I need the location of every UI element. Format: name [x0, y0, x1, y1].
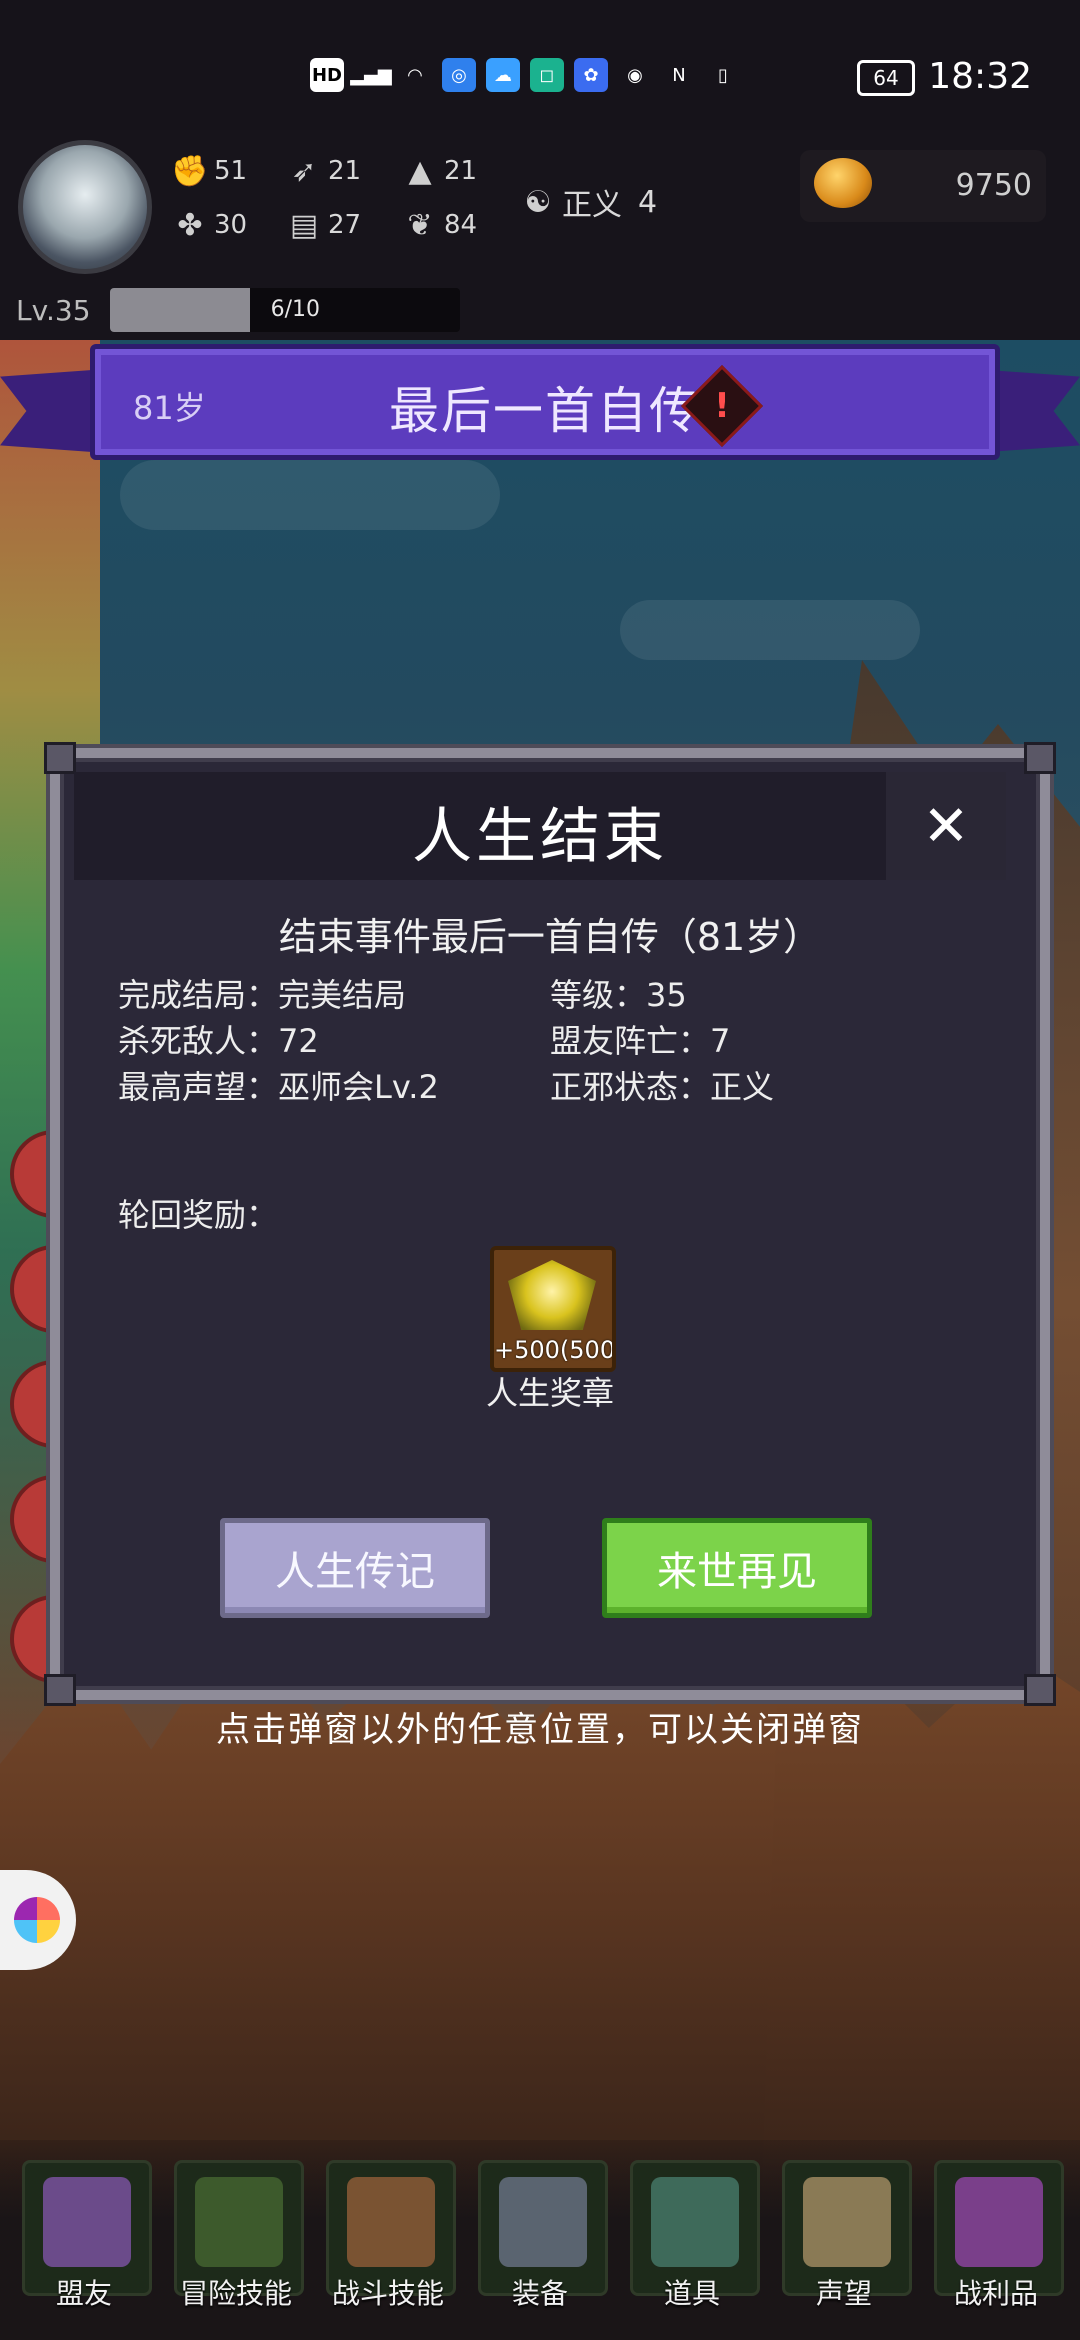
stat-value: 21	[444, 156, 478, 186]
stat-value: 21	[328, 156, 362, 186]
next-life-button[interactable]: 来世再见	[602, 1518, 872, 1618]
frame-corner	[44, 742, 76, 774]
nav-reputation[interactable]: 声望	[782, 2160, 912, 2330]
green-book-icon	[195, 2177, 283, 2267]
nav-label: 盟友	[55, 2277, 112, 2310]
nav-label: 战利品	[953, 2277, 1038, 2310]
info-reputation: 最高声望：巫师会Lv.2	[118, 1068, 439, 1106]
crossed-swords-icon	[499, 2177, 587, 2267]
xp-text: 6/10	[270, 297, 320, 322]
pouch-icon	[651, 2177, 739, 2267]
player-header: ✊ 51 ✤ 30 ➶ 21 ▤ 27 ▲ 21 ❦ 84 ☯ 正义 4 975…	[0, 130, 1080, 340]
nav-label: 冒险技能	[179, 2277, 292, 2310]
alignment-value: 4	[638, 184, 658, 220]
end-event-line: 结束事件最后一首自传（81岁）	[278, 915, 822, 959]
nav-label: 战斗技能	[331, 2277, 444, 2310]
info-alignment: 正邪状态：正义	[550, 1068, 775, 1106]
info-ending: 完成结局：完美结局	[118, 976, 407, 1014]
avatar[interactable]	[18, 140, 152, 274]
leaf-icon: ❦	[407, 207, 433, 243]
nav-adventure-skills[interactable]: 冒险技能	[174, 2160, 304, 2330]
coin-icon	[814, 158, 872, 208]
alignment-indicator[interactable]: ☯ 正义 4	[520, 180, 658, 224]
treasure-chest-icon	[955, 2177, 1043, 2267]
frame-corner	[1024, 742, 1056, 774]
stat-knowledge: ▤ 27	[286, 207, 362, 243]
nav-loot[interactable]: 战利品	[934, 2160, 1064, 2330]
stat-magic: ▲ 21	[402, 153, 478, 189]
xp-bar: 6/10	[110, 288, 460, 332]
stat-value: 84	[444, 210, 478, 240]
clover-icon: ✤	[177, 207, 203, 243]
info-level: 等级：35	[550, 976, 687, 1014]
banner-plate: 81岁 最后一首自传 !	[90, 344, 1000, 460]
app-icon: ◎	[442, 58, 476, 92]
backpack-icon	[347, 2177, 435, 2267]
cloud	[120, 460, 500, 530]
cloud	[620, 600, 920, 660]
nav-label: 声望	[815, 2277, 872, 2310]
bottom-nav: 盟友 冒险技能 战斗技能 装备 道具 声望 战利品	[0, 2140, 1080, 2340]
stat-strength: ✊ 51	[171, 153, 248, 189]
book-icon: ▤	[289, 207, 319, 243]
nav-label: 道具	[663, 2277, 720, 2310]
close-hint: 点击弹窗以外的任意位置，可以关闭弹窗	[216, 1710, 864, 1750]
banner-title: 最后一首自传	[389, 382, 701, 440]
nav-equipment[interactable]: 装备	[478, 2160, 608, 2330]
wing-icon: ➶	[291, 153, 317, 189]
eye-icon: ◉	[627, 64, 643, 86]
nav-label: 装备	[511, 2277, 568, 2310]
vibrate-icon: ▯	[718, 64, 728, 86]
hat-icon: ▲	[408, 153, 432, 189]
nav-items[interactable]: 道具	[630, 2160, 760, 2330]
stat-value: 51	[214, 156, 248, 186]
reward-name: 人生奖章	[485, 1374, 614, 1412]
dialog-header: 人生结束 ✕	[74, 772, 1006, 880]
medal-icon	[508, 1260, 596, 1330]
stat-value: 30	[214, 210, 248, 240]
alignment-label: 正义	[562, 188, 622, 223]
clock: 18:32	[928, 56, 1032, 97]
player-level: Lv.35	[16, 294, 91, 327]
nav-combat-skills[interactable]: 战斗技能	[326, 2160, 456, 2330]
stat-value: 27	[328, 210, 362, 240]
hd-icon: HD	[310, 58, 344, 92]
status-icons: HD ▂▄▆ ◠ ◎ ☁ ◻ ✿ ◉ N ▯	[310, 58, 740, 92]
scroll-icon	[803, 2177, 891, 2267]
battery-indicator: 64	[857, 60, 915, 96]
yinyang-icon: ☯	[524, 184, 552, 220]
event-banner: 81岁 最后一首自传 !	[0, 344, 1080, 464]
dialog-title: 人生结束	[412, 802, 668, 872]
alert-symbol: !	[714, 386, 730, 426]
close-button[interactable]: ✕	[886, 772, 1006, 880]
stat-luck: ✤ 30	[172, 207, 248, 243]
close-icon: ✕	[922, 793, 970, 859]
gloves-icon	[43, 2177, 131, 2267]
wifi-icon: ◠	[407, 64, 423, 86]
fist-icon: ✊	[171, 153, 209, 189]
info-kills: 杀死敌人：72	[118, 1022, 319, 1060]
5g-signal-icon: ▂▄▆	[350, 64, 392, 86]
weather-icon: ☁	[486, 58, 520, 92]
baidu-icon: ✿	[574, 58, 608, 92]
reward-label: 轮回奖励：	[118, 1196, 279, 1234]
biography-button[interactable]: 人生传记	[220, 1518, 490, 1618]
coin-value: 9750	[955, 168, 1032, 203]
flower-icon	[14, 1897, 60, 1943]
nfc-icon: N	[672, 64, 686, 86]
reward-amount: +500(500	[494, 1336, 616, 1364]
status-bar: HD ▂▄▆ ◠ ◎ ☁ ◻ ✿ ◉ N ▯ 64 18:32	[0, 0, 1080, 140]
info-ally-deaths: 盟友阵亡：7	[550, 1022, 731, 1060]
reward-item[interactable]: +500(500	[490, 1246, 616, 1372]
stat-spirit: ❦ 84	[402, 207, 478, 243]
stat-agility: ➶ 21	[286, 153, 362, 189]
coin-counter[interactable]: 9750	[800, 150, 1046, 222]
app-icon: ◻	[530, 58, 564, 92]
nav-allies[interactable]: 盟友	[22, 2160, 152, 2330]
life-end-dialog: 人生结束 ✕ 结束事件最后一首自传（81岁） 完成结局：完美结局 等级：35 杀…	[44, 742, 1056, 1706]
